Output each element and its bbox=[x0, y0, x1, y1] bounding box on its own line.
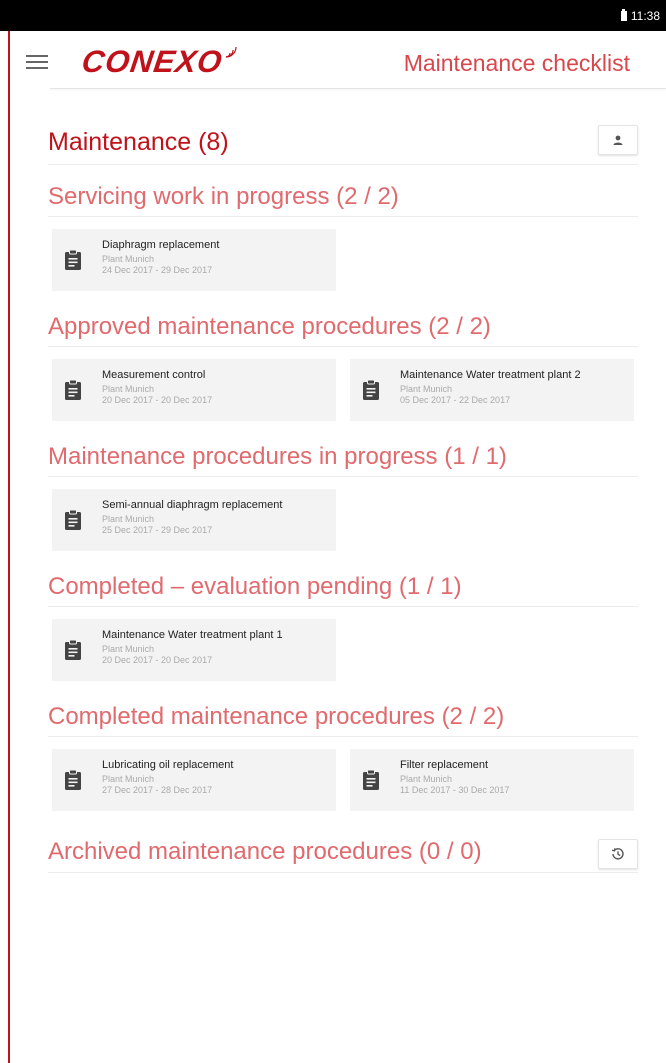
header-divider bbox=[50, 88, 666, 89]
maintenance-card[interactable]: Maintenance Water treatment plant 2 Plan… bbox=[350, 359, 634, 421]
card-dates: 20 Dec 2017 - 20 Dec 2017 bbox=[102, 394, 213, 405]
status-time: 11:38 bbox=[630, 8, 660, 23]
card-dates: 27 Dec 2017 - 28 Dec 2017 bbox=[102, 784, 213, 795]
section-divider bbox=[48, 606, 638, 607]
card-plant: Plant Munich bbox=[102, 773, 155, 784]
maintenance-card[interactable]: Measurement control Plant Munich 20 Dec … bbox=[52, 359, 336, 421]
section-divider bbox=[48, 736, 638, 737]
section-divider bbox=[48, 476, 638, 477]
maintenance-card[interactable]: Maintenance Water treatment plant 1 Plan… bbox=[52, 619, 336, 681]
left-edge-bar bbox=[8, 0, 10, 1063]
card-title: Maintenance Water treatment plant 2 bbox=[400, 368, 581, 381]
maintenance-card[interactable]: Semi-annual diaphragm replacement Plant … bbox=[52, 489, 336, 551]
maintenance-card[interactable]: Lubricating oil replacement Plant Munich… bbox=[52, 749, 336, 811]
section-divider bbox=[48, 216, 638, 217]
card-dates: 05 Dec 2017 - 22 Dec 2017 bbox=[400, 394, 511, 405]
card-title: Maintenance Water treatment plant 1 bbox=[102, 628, 283, 641]
card-title: Lubricating oil replacement bbox=[102, 758, 234, 771]
page-title: Maintenance (8) bbox=[48, 128, 229, 156]
card-title: Semi-annual diaphragm replacement bbox=[102, 498, 283, 511]
conexo-logo: CONEXO bbox=[79, 44, 238, 79]
section-divider bbox=[48, 346, 638, 347]
battery-icon bbox=[620, 8, 627, 21]
section-title-archived: Archived maintenance procedures (0 / 0) bbox=[48, 838, 482, 865]
clipboard-icon bbox=[65, 639, 81, 660]
clipboard-icon bbox=[65, 769, 81, 790]
card-plant: Plant Munich bbox=[102, 253, 155, 264]
left-edge bbox=[0, 0, 10, 1063]
card-plant: Plant Munich bbox=[400, 773, 453, 784]
signal-waves-icon bbox=[226, 46, 237, 58]
card-plant: Plant Munich bbox=[400, 383, 453, 394]
card-plant: Plant Munich bbox=[102, 513, 155, 524]
card-dates: 24 Dec 2017 - 29 Dec 2017 bbox=[102, 264, 213, 275]
card-dates: 20 Dec 2017 - 20 Dec 2017 bbox=[102, 654, 213, 665]
card-dates: 25 Dec 2017 - 29 Dec 2017 bbox=[102, 524, 213, 535]
card-dates: 11 Dec 2017 - 30 Dec 2017 bbox=[400, 784, 510, 795]
clipboard-icon bbox=[65, 249, 81, 270]
section-title-servicing: Servicing work in progress (2 / 2) bbox=[48, 183, 399, 210]
card-title: Filter replacement bbox=[400, 758, 489, 771]
maintenance-card[interactable]: Diaphragm replacement Plant Munich 24 De… bbox=[52, 229, 336, 291]
history-button[interactable] bbox=[598, 839, 638, 869]
card-title: Measurement control bbox=[102, 368, 206, 381]
card-plant: Plant Munich bbox=[102, 383, 155, 394]
header-title: Maintenance checklist bbox=[403, 50, 630, 76]
status-bar: 11:38 bbox=[0, 0, 666, 31]
card-plant: Plant Munich bbox=[102, 643, 155, 654]
history-icon bbox=[611, 848, 624, 860]
card-title: Diaphragm replacement bbox=[102, 238, 220, 251]
clipboard-icon bbox=[65, 509, 81, 530]
user-button[interactable] bbox=[598, 125, 638, 155]
hamburger-menu-icon[interactable] bbox=[26, 55, 48, 71]
person-icon bbox=[613, 135, 623, 145]
section-title-evaluation-pending: Completed – evaluation pending (1 / 1) bbox=[48, 573, 462, 600]
maintenance-card[interactable]: Filter replacement Plant Munich 11 Dec 2… bbox=[350, 749, 634, 811]
section-title-in-progress: Maintenance procedures in progress (1 / … bbox=[48, 443, 507, 470]
section-divider bbox=[48, 872, 638, 873]
section-title-approved: Approved maintenance procedures (2 / 2) bbox=[48, 313, 491, 340]
page-title-row: Maintenance (8) bbox=[48, 125, 638, 163]
clipboard-icon bbox=[363, 379, 379, 400]
logo-text: CONEXO bbox=[79, 44, 225, 79]
page-title-divider bbox=[48, 164, 638, 165]
app-header: CONEXO Maintenance checklist bbox=[10, 31, 666, 89]
clipboard-icon bbox=[363, 769, 379, 790]
clipboard-icon bbox=[65, 379, 81, 400]
section-title-completed: Completed maintenance procedures (2 / 2) bbox=[48, 703, 505, 730]
